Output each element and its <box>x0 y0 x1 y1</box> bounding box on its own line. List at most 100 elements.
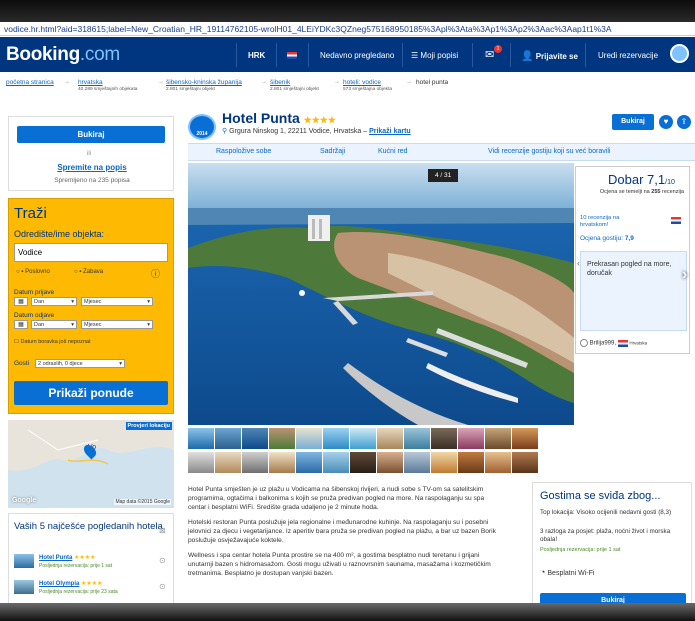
guest-score: Ocjena gostiju: 7,9 <box>580 235 634 242</box>
or-separator: ili <box>87 151 91 157</box>
thumbnail[interactable] <box>350 428 376 449</box>
user-avatar-icon <box>580 339 588 347</box>
thumbnail[interactable] <box>296 428 322 449</box>
recent-item-note: Posljednja rezervacija: prije 23 sata <box>39 589 118 595</box>
currency-selector[interactable]: HRK <box>248 51 265 60</box>
breadcrumb-county[interactable]: šibensko-kninska županija <box>166 79 242 86</box>
thumbnail[interactable] <box>296 452 322 473</box>
purpose-business-radio[interactable]: ○ ▪ Poslovno <box>16 269 50 275</box>
thumbnail[interactable] <box>242 452 268 473</box>
remove-icon[interactable]: ⊙ <box>159 582 166 591</box>
guests-select[interactable]: 2 odraslih, 0 djece ▾ <box>35 359 125 368</box>
saved-count: Spremljeno na 235 popisa <box>54 177 130 184</box>
thumbnail[interactable] <box>458 428 484 449</box>
thumbnail[interactable] <box>323 428 349 449</box>
thumbnail[interactable] <box>269 428 295 449</box>
breadcrumb-home[interactable]: početna stranica <box>6 79 54 86</box>
sign-in-label: Prijavite se <box>535 52 578 61</box>
nav-divider <box>236 43 237 67</box>
save-to-list-link[interactable]: Spremite na popis <box>9 163 175 172</box>
thumbnail[interactable] <box>269 452 295 473</box>
no-dates-checkbox[interactable]: ☐ Datum boravka još nepoznat <box>14 339 90 345</box>
rating-panel[interactable]: Dobar 7,1/10 Ocjena se temelji na 255 re… <box>575 166 690 354</box>
local-reviews-link[interactable]: 10 recenzija na hrvatskom! <box>580 215 640 229</box>
hotel-thumbnail[interactable] <box>14 580 34 594</box>
breadcrumb-city[interactable]: šibenik <box>270 79 290 86</box>
thumbnail[interactable] <box>458 452 484 473</box>
show-offers-button[interactable]: Prikaži ponude <box>14 381 168 405</box>
checkin-month-select[interactable]: Mjesec ▾ <box>81 297 153 306</box>
tab-facilities[interactable]: Sadržaji <box>320 148 345 155</box>
help-icon[interactable]: ⓘ <box>151 267 160 280</box>
my-lists-link[interactable]: ☰ Moji popisi <box>411 51 458 60</box>
rating-score: Dobar 7,1/10 <box>608 172 675 187</box>
show-map-link[interactable]: Prikaži kartu <box>369 128 411 135</box>
location-map[interactable]: Vo Provjeri lokaciju Google Map data ©20… <box>8 420 174 508</box>
search-title: Traži <box>14 205 47 222</box>
thumbnail[interactable] <box>323 452 349 473</box>
chevron-left-icon[interactable]: ‹ <box>577 258 580 268</box>
help-globe-icon[interactable] <box>670 44 689 63</box>
thumbnail[interactable] <box>431 452 457 473</box>
recently-viewed-panel: Vaših 5 najčešće pogledanih hotela ⊠ Hot… <box>8 513 174 613</box>
breadcrumb-country[interactable]: hrvatska <box>78 79 103 86</box>
thumbnail[interactable] <box>377 428 403 449</box>
thumbnail[interactable] <box>377 452 403 473</box>
recently-viewed-link[interactable]: Nedavno pregledano <box>320 51 394 60</box>
thumbnail[interactable] <box>215 428 241 449</box>
sign-in-link[interactable]: 👤 Prijavite se <box>521 51 578 62</box>
month-label: Mjesec <box>84 299 102 305</box>
my-lists-label: Moji popisi <box>420 51 459 60</box>
recent-item-1[interactable]: Hotel Punta ★★★★ <box>39 554 96 561</box>
breadcrumb-arrow: → <box>64 79 70 85</box>
thumbnail[interactable] <box>404 428 430 449</box>
remove-icon[interactable]: ⊙ <box>159 556 166 565</box>
breadcrumb-hotels[interactable]: hoteli: vodice <box>343 79 381 86</box>
thumbnail[interactable] <box>485 452 511 473</box>
thumbnail[interactable] <box>431 428 457 449</box>
calendar-icon[interactable]: ▦ <box>14 297 28 306</box>
tab-house-rules[interactable]: Kućni red <box>378 148 408 155</box>
thumbnail[interactable] <box>188 428 214 449</box>
share-icon[interactable]: ⇪ <box>677 115 691 129</box>
hotel-thumbnail[interactable] <box>14 554 34 568</box>
guests-like-title: Gostima se sviđa zbog... <box>540 490 661 502</box>
list-icon: ☰ <box>411 51 421 60</box>
thumbnail[interactable] <box>350 452 376 473</box>
booking-logo[interactable]: Booking.com <box>6 44 120 66</box>
envelope-icon: ✉ <box>485 49 495 61</box>
heart-icon[interactable]: ♥ <box>659 115 673 129</box>
thumbnail[interactable] <box>215 452 241 473</box>
thumbnail[interactable] <box>242 428 268 449</box>
destination-input[interactable] <box>14 243 168 262</box>
calendar-icon[interactable]: ▦ <box>14 320 28 329</box>
thumbnail[interactable] <box>512 428 538 449</box>
chevron-right-icon[interactable]: › <box>682 266 687 284</box>
thumbnail[interactable] <box>485 428 511 449</box>
manage-bookings-link[interactable]: Uredi rezervacije <box>598 51 658 60</box>
review-quote: Prekrasan pogled na more, doručak <box>587 261 672 277</box>
thumbnail[interactable] <box>512 452 538 473</box>
address-bar[interactable]: vodice.hr.html?aid=318615;label=New_Croa… <box>0 22 695 36</box>
purpose-leisure-radio[interactable]: ○ ▪ Zabava <box>74 269 103 275</box>
tab-reviews[interactable]: Vidi recenzije gostiju koji su već borav… <box>488 148 610 155</box>
book-button[interactable]: Bukiraj <box>612 114 654 130</box>
checkout-month-select[interactable]: Mjesec ▾ <box>81 320 153 329</box>
book-now-button[interactable]: Bukiraj <box>17 126 165 143</box>
location-pin-icon: ⚲ <box>222 128 228 135</box>
close-icon[interactable]: ⊠ <box>159 526 166 535</box>
recent-item-2[interactable]: Hotel Olympia ★★★★ <box>39 580 103 587</box>
check-location-button[interactable]: Provjeri lokaciju <box>125 422 172 430</box>
logo-name: Booking <box>6 44 80 65</box>
award-year: 2014 <box>196 131 208 137</box>
hotel-address: ⚲ Grgura Ninskog 1, 22211 Vodice, Hrvats… <box>222 127 411 135</box>
tab-available-rooms[interactable]: Raspoložive sobe <box>216 148 271 155</box>
messages-button[interactable]: ✉ 1 <box>485 45 502 61</box>
checkin-day-select[interactable]: Dan ▾ <box>31 297 77 306</box>
thumbnail[interactable] <box>188 452 214 473</box>
language-selector[interactable] <box>287 51 297 60</box>
checkout-day-select[interactable]: Dan ▾ <box>31 320 77 329</box>
hotel-main-photo[interactable]: 4 / 31 <box>188 163 574 425</box>
thumbnail[interactable] <box>404 452 430 473</box>
breadcrumb-arrow: → <box>406 79 412 85</box>
